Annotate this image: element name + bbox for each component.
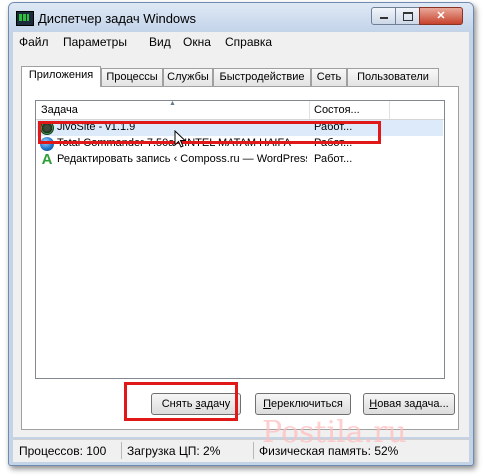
new-task-button[interactable]: Новая задача... xyxy=(363,393,455,415)
status-divider xyxy=(121,442,122,459)
menu-file[interactable]: Файл xyxy=(19,35,49,49)
task-manager-icon xyxy=(16,11,34,26)
new-task-label-post: овая задача... xyxy=(377,398,449,410)
tab-performance[interactable]: Быстродействие xyxy=(213,68,311,86)
status-processes: Процессов: 100 xyxy=(19,444,107,458)
applications-panel: ▲ Задача Состоя... JivoSite - v1.1.9 Раб… xyxy=(21,86,459,430)
total-commander-icon xyxy=(40,137,54,151)
jivosite-icon xyxy=(40,121,54,135)
close-button[interactable]: ✕ xyxy=(419,7,463,25)
task-status: Работ... xyxy=(314,121,353,133)
menu-bar: Файл Параметры Вид Окна Справка xyxy=(13,32,469,52)
window-body: Приложения Процессы Службы Быстродействи… xyxy=(13,52,469,437)
sort-up-icon: ▲ xyxy=(169,100,176,107)
menu-windows[interactable]: Окна xyxy=(183,35,211,49)
watermark: Postila.ru xyxy=(262,415,407,450)
menu-view[interactable]: Вид xyxy=(149,35,171,49)
column-task-label: Задача xyxy=(41,104,78,116)
task-manager-window: Диспетчер задач Windows ✕ Файл Параметры… xyxy=(8,2,474,466)
switch-label-accel: П xyxy=(263,398,272,410)
task-row[interactable]: A Редактировать запись ‹ Composs.ru — Wo… xyxy=(37,152,443,168)
status-divider xyxy=(253,442,254,459)
status-cpu: Загрузка ЦП: 2% xyxy=(127,444,221,458)
tab-network[interactable]: Сеть xyxy=(311,68,347,86)
tab-processes[interactable]: Процессы xyxy=(101,68,163,86)
minimize-button[interactable] xyxy=(371,7,396,25)
task-status: Работ... xyxy=(314,153,353,165)
title-bar[interactable]: Диспетчер задач Windows ✕ xyxy=(9,3,473,31)
menu-options[interactable]: Параметры xyxy=(63,35,127,49)
switch-to-button[interactable]: Переключиться xyxy=(255,393,351,415)
end-task-label-post: адачу xyxy=(200,398,231,410)
maximize-button[interactable] xyxy=(395,7,420,25)
task-row[interactable]: Total Commander 7.50a - INTEL MATAM HAIF… xyxy=(37,136,443,152)
maximize-icon xyxy=(402,12,413,21)
tab-users[interactable]: Пользователи xyxy=(347,68,439,86)
task-list[interactable]: ▲ Задача Состоя... JivoSite - v1.1.9 Раб… xyxy=(35,100,445,379)
tab-applications[interactable]: Приложения xyxy=(21,66,101,87)
task-status: Работ... xyxy=(314,137,353,149)
window-title: Диспетчер задач Windows xyxy=(38,11,197,26)
minimize-icon xyxy=(379,17,388,19)
green-a-icon: A xyxy=(41,151,53,168)
mouse-cursor-icon xyxy=(174,130,186,148)
task-row[interactable]: JivoSite - v1.1.9 Работ... xyxy=(37,120,443,136)
menu-help[interactable]: Справка xyxy=(225,35,272,49)
tab-services[interactable]: Службы xyxy=(163,68,213,86)
column-header-status[interactable]: Состоя... xyxy=(310,101,390,119)
switch-label-post: ереключиться xyxy=(271,398,343,410)
task-name: Редактировать запись ‹ Composs.ru — Word… xyxy=(57,153,307,165)
column-header-task[interactable]: ▲ Задача xyxy=(36,100,310,119)
close-icon: ✕ xyxy=(436,10,446,22)
list-header: ▲ Задача Состоя... xyxy=(36,100,444,120)
end-task-button[interactable]: Снять задачу xyxy=(151,393,241,415)
end-task-label-pre: Снять xyxy=(161,398,196,410)
